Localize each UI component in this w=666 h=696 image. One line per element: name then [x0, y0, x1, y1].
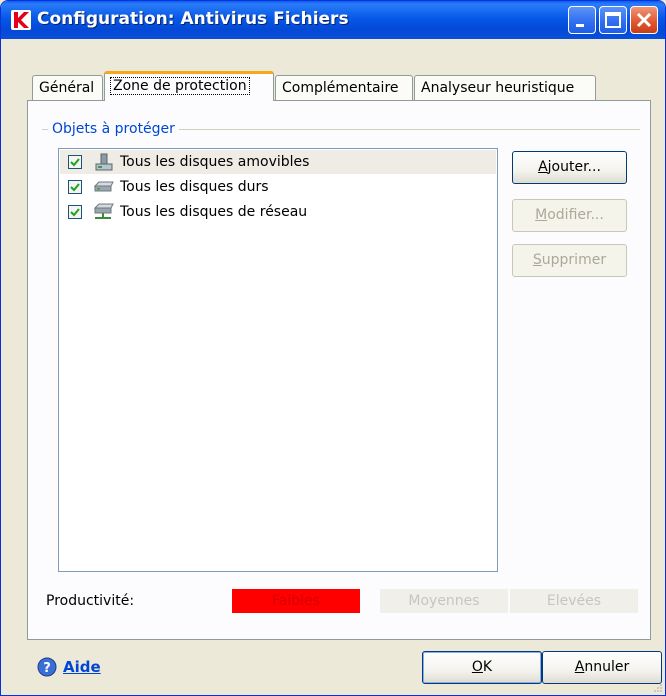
cancel-button-mnemonic: A	[574, 659, 585, 675]
close-icon	[636, 12, 652, 28]
cancel-button[interactable]: Annuler	[542, 651, 662, 684]
dialog-window: Configuration: Antivirus Fichiers Généra…	[0, 0, 666, 696]
add-button-post: jouter...	[547, 159, 601, 175]
modify-button-post: odifier...	[547, 207, 604, 223]
tab-panel: Objets à protéger Tous les disques amovi	[27, 100, 651, 640]
productivity-level-medium[interactable]: Moyennes	[380, 589, 508, 613]
hard-drive-icon	[93, 177, 115, 197]
modify-button[interactable]: Modifier...	[512, 199, 627, 232]
title-bar[interactable]: Configuration: Antivirus Fichiers	[1, 1, 665, 39]
checkmark-icon	[70, 208, 80, 217]
help-link[interactable]: Aide	[63, 657, 101, 677]
maximize-icon	[605, 12, 621, 28]
add-button[interactable]: Ajouter...	[512, 151, 627, 184]
tab-general[interactable]: Général	[32, 75, 103, 100]
checkmark-icon	[70, 158, 80, 167]
tab-complementaire-label: Complémentaire	[282, 80, 399, 96]
productivity-level-low[interactable]: Faibles	[232, 589, 360, 613]
checkbox-hard-drives[interactable]	[68, 180, 82, 194]
productivity-label: Productivité:	[46, 593, 135, 609]
resize-grip-icon[interactable]	[651, 681, 663, 693]
checkbox-network-drives[interactable]	[68, 205, 82, 219]
ok-button-mnemonic: O	[471, 659, 483, 675]
network-drive-icon	[93, 202, 115, 222]
productivity-level-high[interactable]: Elevées	[510, 589, 638, 613]
list-item-network-drives[interactable]: Tous les disques de réseau	[60, 200, 496, 224]
checkmark-icon	[70, 183, 80, 192]
tab-zone-de-protection-label: Zone de protection	[110, 77, 250, 95]
window-title: Configuration: Antivirus Fichiers	[37, 9, 349, 29]
list-item-label: Tous les disques durs	[120, 179, 269, 195]
list-item-hard-drives[interactable]: Tous les disques durs	[60, 175, 496, 199]
checkbox-removable-drives[interactable]	[68, 155, 82, 169]
cancel-button-post: nnuler	[584, 659, 630, 675]
help-icon[interactable]: ?	[37, 657, 57, 677]
delete-button[interactable]: Supprimer	[512, 244, 627, 277]
protected-objects-list[interactable]: Tous les disques amovibles Tous les disq…	[58, 148, 498, 572]
ok-button[interactable]: OK	[422, 651, 542, 684]
removable-drive-icon	[93, 152, 115, 172]
kaspersky-k-icon[interactable]	[11, 10, 31, 30]
delete-button-mnemonic: S	[532, 252, 542, 268]
minimize-icon	[576, 24, 584, 27]
tab-analyseur-heuristique-label: Analyseur heuristique	[421, 80, 575, 96]
delete-button-post: upprimer	[541, 252, 607, 268]
maximize-button[interactable]	[599, 6, 627, 34]
tab-complementaire[interactable]: Complémentaire	[275, 75, 413, 100]
svg-text:?: ?	[43, 661, 51, 676]
ok-button-post: K	[482, 659, 493, 675]
tab-general-label: Général	[39, 80, 95, 96]
tab-zone-de-protection[interactable]: Zone de protection	[104, 71, 274, 101]
close-button[interactable]	[630, 6, 658, 34]
list-item-removable-drives[interactable]: Tous les disques amovibles	[60, 150, 496, 174]
list-item-label: Tous les disques de réseau	[120, 204, 308, 220]
list-item-label: Tous les disques amovibles	[120, 154, 310, 170]
modify-button-mnemonic: M	[535, 207, 548, 223]
minimize-button[interactable]	[568, 6, 596, 34]
add-button-mnemonic: A	[538, 159, 548, 175]
group-title: Objets à protéger	[48, 119, 179, 139]
tab-analyseur-heuristique[interactable]: Analyseur heuristique	[414, 75, 596, 100]
